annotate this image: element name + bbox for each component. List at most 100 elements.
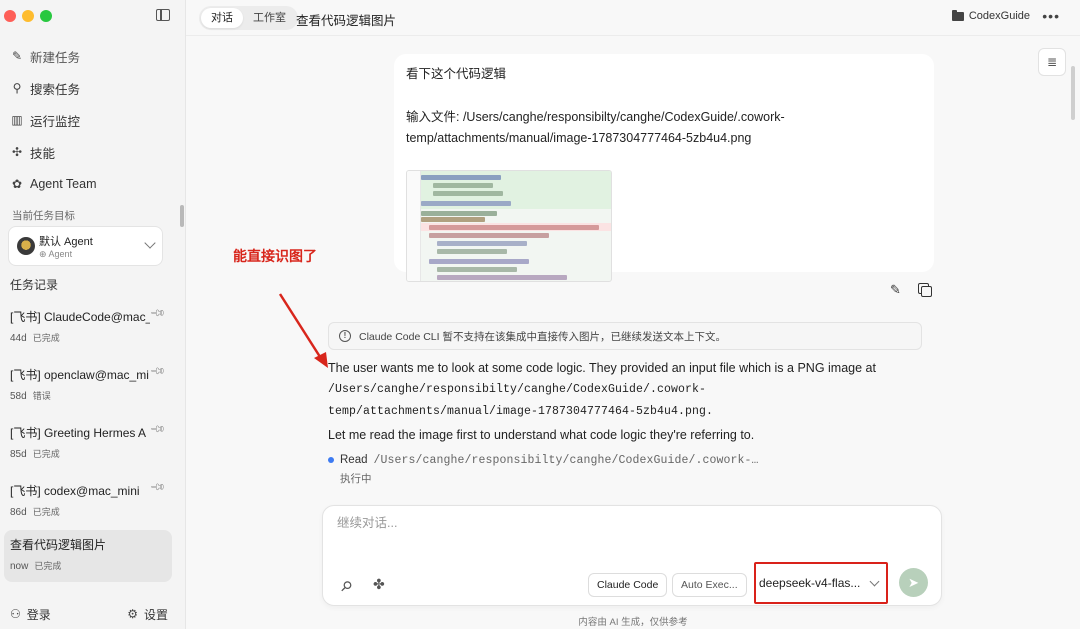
sidebar-item-new-task[interactable]: ✎ 新建任务 (10, 40, 177, 72)
chevron-down-icon (869, 576, 880, 587)
topbar: 对话 工作室 查看代码逻辑图片 CodexGuide ••• (186, 0, 1080, 36)
settings-icon: ⚙ (127, 607, 138, 621)
bar-chart-icon: ▥ (11, 113, 23, 127)
task-item[interactable]: [飞书] Greeting Hermes A 85d 已完成 📌︎ (4, 418, 172, 470)
copy-icon[interactable] (918, 283, 932, 297)
message-input[interactable] (337, 516, 917, 530)
tab-studio[interactable]: 工作室 (243, 8, 296, 28)
task-title: [飞书] openclaw@mac_mi (10, 368, 149, 382)
sidebar-item-label: Agent Team (30, 177, 97, 191)
sidebar-item-monitor[interactable]: ▥ 运行监控 (10, 104, 177, 136)
sidebar: ✎ 新建任务 ⚲ 搜索任务 ▥ 运行监控 ✣ 技能 ✿ Agent Team 当… (0, 0, 186, 629)
sidebar-item-label: 技能 (30, 146, 56, 161)
user-message-file: 输入文件: /Users/canghe/responsibilty/canghe… (406, 110, 785, 145)
login-label: 登录 (26, 607, 51, 622)
team-icon: ✿ (11, 177, 23, 191)
sidebar-scrollbar[interactable] (180, 205, 184, 227)
auto-exec-chip[interactable]: Auto Exec... (672, 573, 747, 597)
ai-disclaimer: 内容由 AI 生成，仅供参考 (578, 617, 688, 628)
minimize-window-button[interactable] (22, 10, 34, 22)
main-scrollbar[interactable] (1071, 66, 1075, 120)
user-icon: ⚇ (10, 607, 21, 621)
task-title: 查看代码逻辑图片 (10, 538, 107, 552)
new-task-icon: ✎ (11, 49, 23, 63)
assistant-message: The user wants me to look at some code l… (328, 358, 908, 448)
close-window-button[interactable] (4, 10, 16, 22)
edit-icon[interactable]: ✎ (890, 282, 901, 298)
status-dot (328, 456, 334, 463)
task-item[interactable]: [飞书] ClaudeCode@mac_ 44d 已完成 📌︎ (4, 302, 172, 354)
sidebar-item-agent-team[interactable]: ✿ Agent Team (10, 168, 177, 200)
assistant-text: Let me read the image first to understan… (328, 428, 755, 442)
task-status: 已完成 (32, 507, 60, 517)
project-name: CodexGuide (968, 10, 1030, 22)
zoom-window-button[interactable] (40, 10, 52, 22)
tasks-section-title: 任务记录 (10, 278, 59, 292)
settings-label: 设置 (143, 607, 168, 622)
task-status: 已完成 (34, 561, 62, 571)
attached-image-thumbnail[interactable] (406, 170, 612, 282)
task-title: [飞书] ClaudeCode@mac_ (10, 310, 150, 324)
assistant-file-path: /Users/canghe/responsibilty/canghe/Codex… (328, 383, 714, 418)
model-name: deepseek-v4-flas... (759, 576, 861, 590)
assistant-text: The user wants me to look at some code l… (328, 361, 876, 375)
notice-text: Claude Code CLI 暂不支持在该集成中直接传入图片，已继续发送文本上… (359, 330, 726, 343)
sidebar-item-label: 新建任务 (30, 50, 81, 65)
conversation-area: ≣ 看下这个代码逻辑 输入文件: /Users/canghe/responsib… (186, 36, 1080, 629)
composer: ⚲ ✤ Claude Code Auto Exec... deepseek-v4… (322, 505, 942, 606)
notice-banner: ! Claude Code CLI 暂不支持在该集成中直接传入图片，已继续发送文… (328, 322, 922, 350)
task-item[interactable]: [飞书] codex@mac_mini 86d 已完成 📌︎ (4, 476, 172, 528)
settings-button[interactable]: ⚙ 设置 (127, 606, 168, 623)
task-status: 已完成 (32, 333, 60, 343)
sidebar-footer: ⚇ 登录 ⚙ 设置 (0, 599, 186, 629)
model-selector[interactable]: deepseek-v4-flas... (754, 562, 888, 604)
agent-subtitle: ⊕ Agent (39, 249, 73, 259)
search-icon: ⚲ (12, 81, 22, 95)
window-controls (4, 10, 52, 22)
tool-name: Read (340, 454, 368, 466)
task-age: 86d (10, 507, 27, 518)
sidebar-nav: ✎ 新建任务 ⚲ 搜索任务 ▥ 运行监控 ✣ 技能 ✿ Agent Team (10, 40, 177, 200)
pin-icon[interactable]: 📌︎ (149, 479, 166, 496)
chevron-down-icon (144, 237, 156, 249)
pin-icon[interactable]: 📌︎ (149, 305, 166, 322)
user-message: 看下这个代码逻辑 输入文件: /Users/canghe/responsibil… (394, 54, 934, 282)
send-icon: ➤ (908, 574, 919, 590)
login-button[interactable]: ⚇ 登录 (10, 606, 51, 623)
sidebar-item-search-task[interactable]: ⚲ 搜索任务 (10, 72, 177, 104)
task-age: 44d (10, 333, 27, 344)
project-selector[interactable]: CodexGuide (951, 9, 1030, 22)
agent-avatar (17, 237, 35, 255)
task-age: 85d (10, 449, 27, 460)
sidebar-item-skills[interactable]: ✣ 技能 (10, 136, 177, 168)
tool-call[interactable]: Read/Users/canghe/responsibilty/canghe/C… (328, 454, 759, 486)
more-options-icon[interactable]: ••• (1042, 8, 1060, 24)
plugin-icon[interactable]: ✤ (373, 576, 385, 593)
task-status: 已完成 (32, 449, 60, 459)
pin-icon[interactable]: 📌︎ (149, 421, 166, 438)
task-status: 错误 (32, 391, 51, 401)
task-age: 58d (10, 391, 27, 402)
info-icon: ! (339, 330, 351, 342)
sidebar-item-label: 搜索任务 (30, 82, 81, 97)
agent-selector[interactable]: 默认 Agent ⊕ Agent (8, 226, 163, 266)
outline-icon[interactable]: ≣ (1038, 48, 1066, 76)
claude-code-chip[interactable]: Claude Code (588, 573, 668, 597)
sidebar-item-label: 运行监控 (30, 114, 81, 129)
attach-icon[interactable]: ⚲ (336, 577, 356, 596)
folder-icon (951, 9, 964, 21)
tool-path: /Users/canghe/responsibilty/canghe/Codex… (373, 454, 759, 467)
pin-icon[interactable]: 📌︎ (149, 363, 166, 380)
agent-name: 默认 Agent (39, 236, 93, 248)
send-button[interactable]: ➤ (899, 568, 928, 597)
annotation-label: 能直接识图了 (233, 248, 317, 264)
mode-tabs: 对话 工作室 (199, 6, 298, 30)
tool-status: 执行中 (340, 473, 372, 485)
tab-chat[interactable]: 对话 (201, 8, 243, 28)
current-goal-label: 当前任务目标 (12, 210, 75, 222)
sidebar-toggle-icon[interactable] (156, 9, 170, 21)
page-title: 查看代码逻辑图片 (296, 14, 397, 28)
task-age: now (10, 561, 29, 572)
task-item-active[interactable]: 查看代码逻辑图片 now 已完成 (4, 530, 172, 582)
task-item[interactable]: [飞书] openclaw@mac_mi 58d 错误 📌︎ (4, 360, 172, 412)
